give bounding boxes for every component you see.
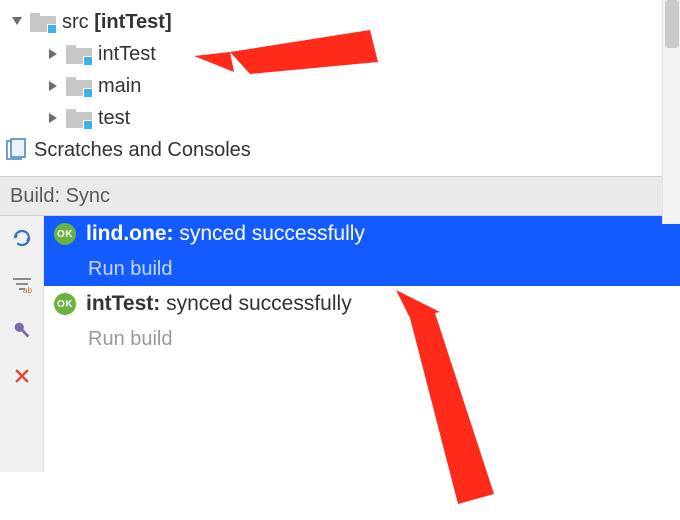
build-group-message: synced successfully	[160, 292, 351, 315]
ok-badge-icon: OK	[54, 293, 76, 315]
build-panel-header: Build: Sync	[0, 176, 680, 216]
build-header-title: Sync	[66, 185, 110, 208]
tree-row-scratches[interactable]: Scratches and Consoles	[0, 134, 680, 166]
tree-label: main	[98, 75, 141, 98]
project-tree: src [intTest] intTest main	[0, 0, 680, 176]
svg-text:ab: ab	[23, 286, 32, 295]
tree-label: src [intTest]	[62, 11, 172, 34]
folder-source-icon	[30, 11, 56, 33]
tree-row-inttest[interactable]: intTest	[0, 38, 680, 70]
build-group-message: synced successfully	[174, 222, 365, 245]
close-icon[interactable]	[8, 362, 36, 390]
build-list: OK lind.one: synced successfully Run bui…	[44, 216, 680, 472]
scratches-icon	[4, 138, 28, 162]
pin-icon[interactable]	[8, 316, 36, 344]
build-group[interactable]: OK intTest: synced successfully Run buil…	[44, 286, 680, 356]
folder-source-icon	[66, 43, 92, 65]
refresh-icon[interactable]	[8, 224, 36, 252]
filter-icon[interactable]: ab	[8, 270, 36, 298]
build-group-name: intTest:	[86, 292, 160, 315]
vertical-scrollbar[interactable]	[662, 0, 680, 224]
tree-label: test	[98, 107, 130, 130]
ok-badge-icon: OK	[54, 223, 76, 245]
tree-row-src[interactable]: src [intTest]	[0, 6, 680, 38]
build-header-prefix: Build:	[10, 185, 60, 208]
tree-row-main[interactable]: main	[0, 70, 680, 102]
build-sub-action[interactable]: Run build	[88, 328, 173, 351]
folder-source-icon	[66, 107, 92, 129]
tree-row-test[interactable]: test	[0, 102, 680, 134]
chevron-right-icon	[44, 45, 62, 63]
chevron-right-icon	[44, 77, 62, 95]
build-sub-action[interactable]: Run build	[88, 258, 173, 281]
build-group-name: lind.one:	[86, 222, 174, 245]
tree-label: intTest	[98, 43, 156, 66]
chevron-right-icon	[44, 109, 62, 127]
build-panel-body: ab OK lind.one: synced successfully	[0, 216, 680, 472]
build-gutter: ab	[0, 216, 44, 472]
tree-label: Scratches and Consoles	[34, 139, 251, 162]
build-group-selected[interactable]: OK lind.one: synced successfully Run bui…	[44, 216, 680, 286]
scrollbar-thumb[interactable]	[665, 0, 679, 48]
folder-source-icon	[66, 75, 92, 97]
chevron-down-icon	[8, 13, 26, 31]
